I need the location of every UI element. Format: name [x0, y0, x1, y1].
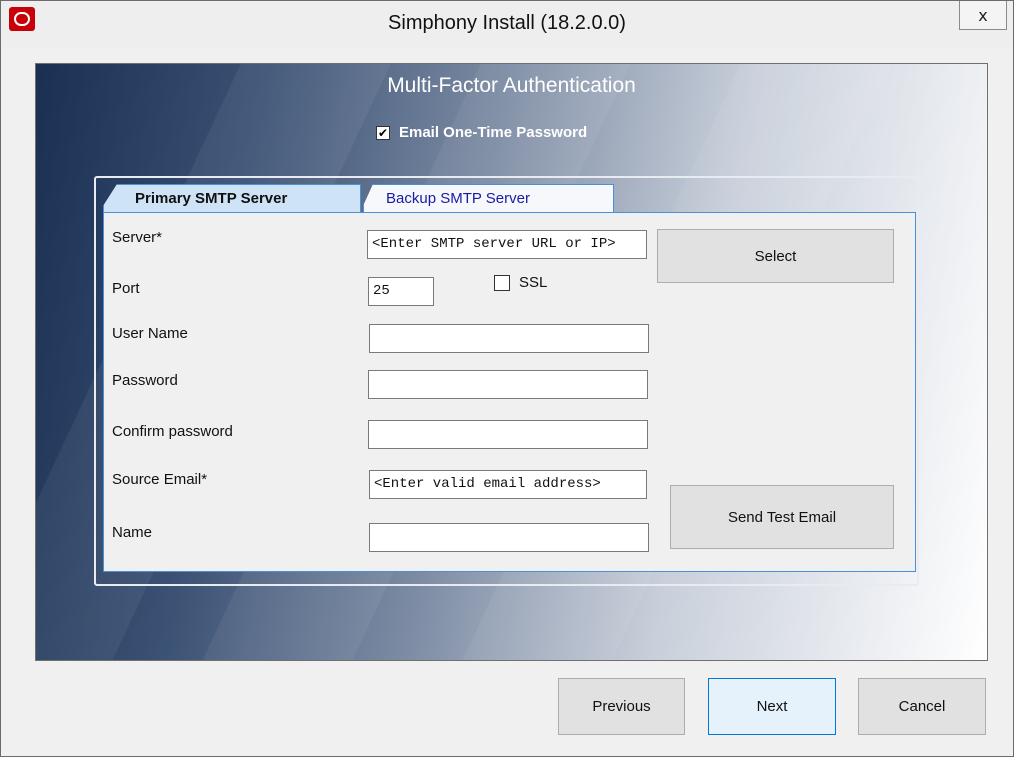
smtp-tab-panel: Server* <Enter SMTP server URL or IP> Po… [103, 212, 916, 572]
email-otp-checkbox[interactable]: ✔ [376, 125, 390, 140]
tab-primary-label: Primary SMTP Server [135, 190, 288, 207]
page-heading: Multi-Factor Authentication [387, 74, 636, 97]
ssl-option[interactable]: SSL [494, 274, 547, 291]
name-input[interactable] [369, 523, 649, 552]
email-otp-label: Email One-Time Password [399, 124, 588, 141]
server-input[interactable]: <Enter SMTP server URL or IP> [367, 230, 647, 259]
header-banner: Multi-Factor Authentication ✔ Email One-… [35, 63, 988, 661]
tab-backup-label: Backup SMTP Server [386, 190, 530, 207]
title-bar: Simphony Install (18.2.0.0) x [1, 1, 1013, 47]
password-label: Password [112, 372, 178, 389]
port-label: Port [112, 280, 140, 297]
previous-button[interactable]: Previous [558, 678, 685, 735]
close-button[interactable]: x [959, 1, 1007, 30]
tab-backup-smtp-server[interactable]: Backup SMTP Server [363, 184, 614, 212]
username-input[interactable] [369, 324, 649, 353]
source-email-label: Source Email* [112, 471, 208, 488]
send-test-email-button[interactable]: Send Test Email [670, 485, 894, 549]
installer-window: Simphony Install (18.2.0.0) x Multi-Fact… [0, 0, 1014, 757]
username-label: User Name [112, 325, 188, 342]
ssl-checkbox[interactable] [494, 274, 510, 291]
close-icon: x [978, 5, 988, 25]
next-button[interactable]: Next [708, 678, 836, 735]
email-otp-option[interactable]: ✔ Email One-Time Password [376, 124, 587, 141]
confirm-password-label: Confirm password [112, 423, 233, 440]
tab-primary-smtp-server[interactable]: Primary SMTP Server [103, 184, 361, 212]
server-label: Server* [112, 229, 163, 246]
source-email-input[interactable]: <Enter valid email address> [369, 470, 647, 499]
name-label: Name [112, 524, 153, 541]
select-button[interactable]: Select [657, 229, 894, 283]
window-title: Simphony Install (18.2.0.0) [388, 12, 626, 34]
ssl-label: SSL [519, 274, 548, 291]
port-input[interactable]: 25 [368, 277, 434, 306]
cancel-button[interactable]: Cancel [858, 678, 986, 735]
smtp-settings-group: Primary SMTP Server Backup SMTP Server S… [94, 176, 919, 586]
password-input[interactable] [368, 370, 648, 399]
confirm-password-input[interactable] [368, 420, 648, 449]
